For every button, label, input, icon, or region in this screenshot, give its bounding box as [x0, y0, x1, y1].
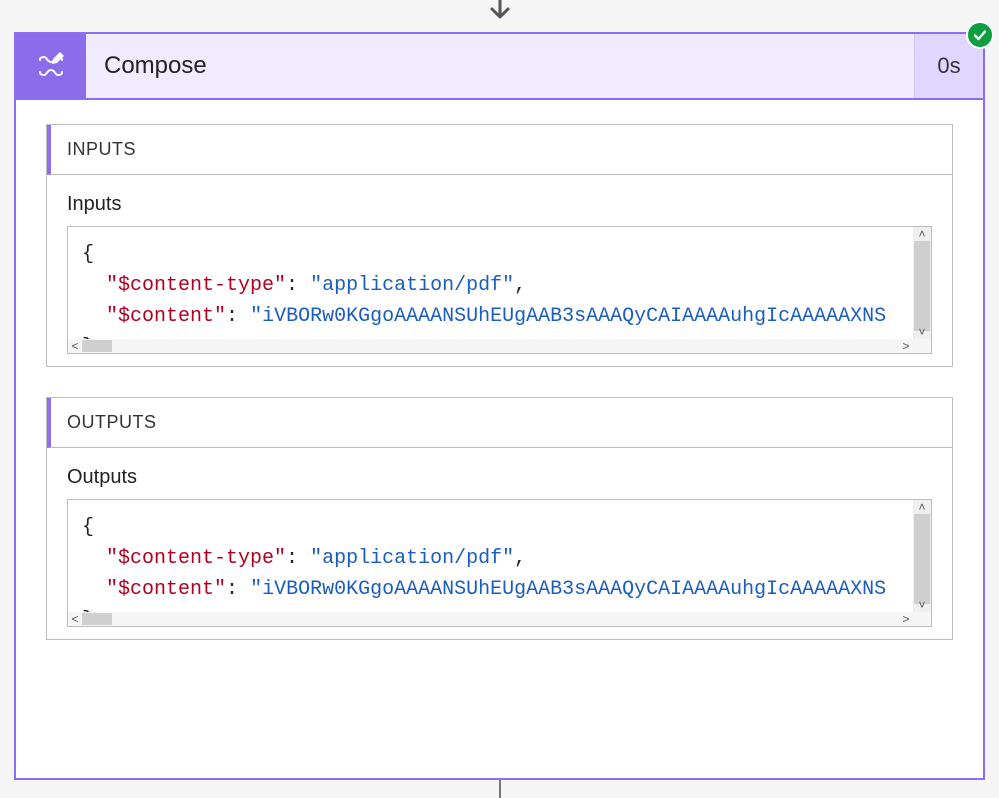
compose-action-card[interactable]: Compose 0s INPUTS Inputs { "$content-typ… — [14, 32, 985, 780]
vertical-scrollbar[interactable]: ˄ ˅ — [913, 227, 931, 339]
flow-arrow-down-icon — [483, 0, 517, 29]
scroll-up-icon[interactable]: ˄ — [913, 227, 931, 241]
horizontal-scrollbar[interactable]: ˂ ˃ — [68, 612, 913, 626]
status-success-badge — [966, 21, 994, 49]
horizontal-scrollbar[interactable]: ˂ ˃ — [68, 339, 913, 353]
scrollbar-corner — [913, 612, 931, 626]
inputs-code-box[interactable]: { "$content-type": "application/pdf", "$… — [67, 226, 932, 354]
scroll-thumb[interactable] — [914, 241, 930, 331]
scrollbar-corner — [913, 339, 931, 353]
scroll-left-icon[interactable]: ˂ — [68, 612, 82, 626]
inputs-panel-header: INPUTS — [47, 125, 952, 175]
json-key: "$content-type" — [106, 547, 286, 570]
flow-connector-stub — [499, 780, 501, 798]
inputs-json[interactable]: { "$content-type": "application/pdf", "$… — [68, 227, 931, 353]
scroll-down-icon[interactable]: ˅ — [913, 325, 931, 339]
inputs-label: Inputs — [67, 193, 932, 216]
brace-open: { — [82, 243, 94, 266]
scroll-down-icon[interactable]: ˅ — [913, 598, 931, 612]
brace-open: { — [82, 516, 94, 539]
scroll-thumb[interactable] — [914, 514, 930, 604]
json-value: "iVBORw0KGgoAAAANSUhEUgAAB3sAAAQyCAIAAAA… — [250, 578, 886, 601]
json-value: "application/pdf" — [310, 274, 514, 297]
action-header[interactable]: Compose 0s — [16, 34, 983, 100]
inputs-panel: INPUTS Inputs { "$content-type": "applic… — [46, 124, 953, 367]
scroll-up-icon[interactable]: ˄ — [913, 500, 931, 514]
scroll-right-icon[interactable]: ˃ — [899, 339, 913, 353]
json-key: "$content" — [106, 578, 226, 601]
scroll-left-icon[interactable]: ˂ — [68, 339, 82, 353]
scroll-thumb[interactable] — [82, 340, 112, 352]
compose-icon — [16, 34, 86, 98]
outputs-panel: OUTPUTS Outputs { "$content-type": "appl… — [46, 397, 953, 640]
outputs-label: Outputs — [67, 466, 932, 489]
json-value: "iVBORw0KGgoAAAANSUhEUgAAB3sAAAQyCAIAAAA… — [250, 305, 886, 328]
action-title: Compose — [86, 34, 915, 98]
json-key: "$content-type" — [106, 274, 286, 297]
scroll-right-icon[interactable]: ˃ — [899, 612, 913, 626]
outputs-panel-header: OUTPUTS — [47, 398, 952, 448]
action-body: INPUTS Inputs { "$content-type": "applic… — [16, 100, 983, 778]
scroll-thumb[interactable] — [82, 613, 112, 625]
outputs-code-box[interactable]: { "$content-type": "application/pdf", "$… — [67, 499, 932, 627]
json-value: "application/pdf" — [310, 547, 514, 570]
vertical-scrollbar[interactable]: ˄ ˅ — [913, 500, 931, 612]
flow-canvas: Compose 0s INPUTS Inputs { "$content-typ… — [0, 0, 999, 798]
json-key: "$content" — [106, 305, 226, 328]
outputs-json[interactable]: { "$content-type": "application/pdf", "$… — [68, 500, 931, 626]
